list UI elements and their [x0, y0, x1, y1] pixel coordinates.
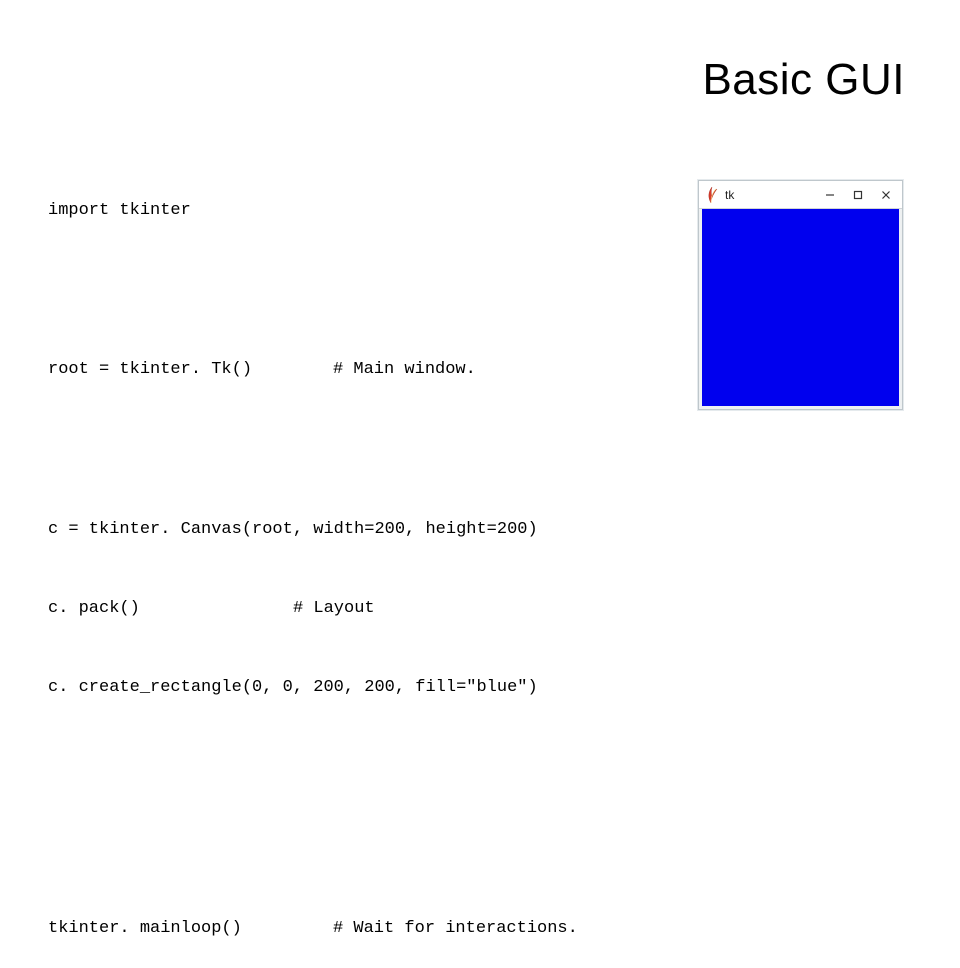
- code-line: import tkinter: [48, 198, 578, 224]
- maximize-button[interactable]: [844, 181, 872, 209]
- code-stmt: root = tkinter. Tk(): [48, 357, 333, 383]
- window-title: tk: [725, 188, 734, 202]
- slide-title: Basic GUI: [702, 55, 905, 105]
- code-blank-line: [48, 835, 578, 863]
- code-blank-line: [48, 277, 578, 305]
- code-comment: # Layout: [293, 599, 375, 618]
- code-blank-line: [48, 754, 578, 782]
- close-button[interactable]: [872, 181, 900, 209]
- code-comment: # Wait for interactions.: [333, 919, 578, 938]
- code-block: import tkinter root = tkinter. Tk()# Mai…: [48, 145, 578, 968]
- titlebar: tk: [699, 181, 902, 209]
- code-comment: # Main window.: [333, 360, 476, 379]
- code-stmt: c. pack(): [48, 596, 293, 622]
- code-line: c. create_rectangle(0, 0, 200, 200, fill…: [48, 675, 578, 701]
- code-line: tkinter. mainloop()# Wait for interactio…: [48, 916, 578, 942]
- feather-icon: [705, 186, 719, 204]
- code-line: c. pack()# Layout: [48, 596, 578, 622]
- code-stmt: tkinter. mainloop(): [48, 916, 333, 942]
- code-line: root = tkinter. Tk()# Main window.: [48, 357, 578, 383]
- canvas-area: [699, 209, 902, 409]
- code-blank-line: [48, 436, 578, 464]
- tkinter-window: tk: [698, 180, 903, 410]
- minimize-button[interactable]: [816, 181, 844, 209]
